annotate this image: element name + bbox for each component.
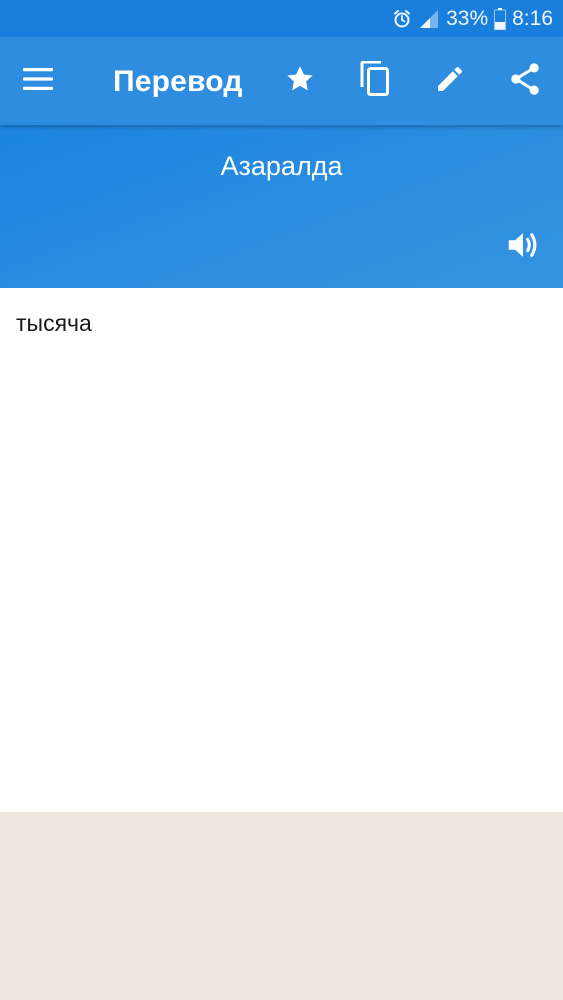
screen: 33% 8:16 Перевод Азаралда тысяча bbox=[0, 0, 563, 1000]
translation-panel: тысяча bbox=[0, 288, 563, 812]
alarm-icon bbox=[392, 9, 412, 29]
favorite-button[interactable] bbox=[270, 37, 330, 125]
status-bar-right: 33% 8:16 bbox=[392, 0, 553, 37]
star-icon bbox=[284, 63, 316, 100]
source-panel: Азаралда bbox=[0, 125, 563, 288]
translation-text: тысяча bbox=[16, 310, 92, 336]
page-title: Перевод bbox=[113, 65, 243, 98]
signal-icon bbox=[418, 9, 440, 29]
battery-percent: 33% bbox=[446, 6, 489, 30]
app-bar: Перевод bbox=[0, 37, 563, 125]
copy-icon bbox=[359, 60, 391, 102]
edit-button[interactable] bbox=[420, 37, 480, 125]
speak-button[interactable] bbox=[501, 225, 545, 269]
battery-icon bbox=[494, 7, 507, 30]
source-text: Азаралда bbox=[220, 151, 343, 181]
share-button[interactable] bbox=[495, 37, 555, 125]
menu-button[interactable] bbox=[8, 37, 68, 125]
clock: 8:16 bbox=[512, 6, 553, 30]
share-icon bbox=[509, 62, 541, 101]
copy-button[interactable] bbox=[345, 37, 405, 125]
status-bar: 33% 8:16 bbox=[0, 0, 563, 37]
speaker-icon bbox=[504, 226, 542, 269]
empty-footer-area bbox=[0, 812, 563, 1000]
menu-icon bbox=[23, 67, 53, 96]
edit-icon bbox=[434, 63, 466, 100]
